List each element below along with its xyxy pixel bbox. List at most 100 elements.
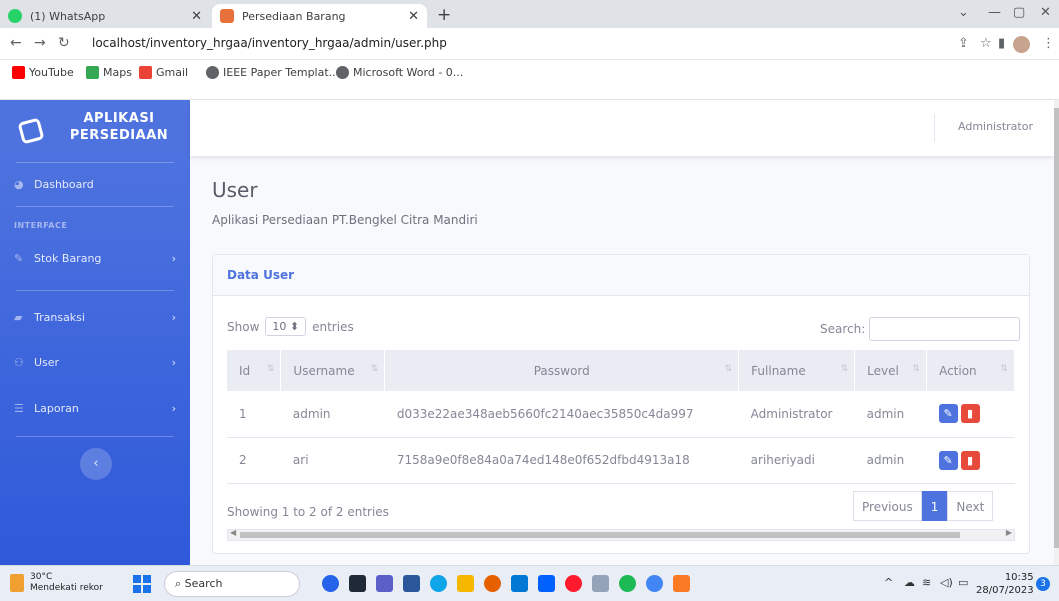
star-icon[interactable]: ☆	[980, 36, 992, 51]
divider	[16, 436, 174, 437]
entries-length: Show 10 ⬍ entries	[227, 317, 354, 336]
chrome-icon[interactable]	[646, 575, 663, 592]
divider	[16, 162, 174, 163]
chevron-right-icon: ›	[171, 310, 176, 324]
globe-icon	[206, 66, 219, 79]
taskbar-search[interactable]: ⌕ Search	[164, 571, 300, 597]
clock[interactable]: 10:35 28/07/2023	[976, 571, 1034, 597]
new-tab-button[interactable]: +	[437, 5, 451, 25]
bookmark-youtube[interactable]: YouTube	[12, 66, 74, 79]
bookmark-word[interactable]: Microsoft Word - 0...	[336, 66, 463, 79]
cloud-icon[interactable]: ☁	[904, 576, 915, 589]
bookmark-gmail[interactable]: Gmail	[139, 66, 188, 79]
sort-icon: ⇅	[266, 363, 275, 374]
close-window-icon[interactable]: ✕	[1040, 5, 1051, 20]
opera-icon[interactable]	[565, 575, 582, 592]
column-header-action[interactable]: Action ⇅	[926, 350, 1015, 391]
tab-persediaan[interactable]: Persediaan Barang ✕	[212, 4, 427, 28]
firefox-icon[interactable]	[484, 575, 501, 592]
column-header-username[interactable]: Username ⇅	[280, 350, 386, 391]
column-header-fullname[interactable]: Fullname ⇅	[738, 350, 856, 391]
maps-icon	[86, 66, 99, 79]
sidebar-item-laporan[interactable]: ☰ Laporan ›	[0, 396, 190, 420]
cell-password: 7158a9e0f8e84a0a74ed148e0f652dfbd4913a18	[384, 437, 739, 484]
app-icon[interactable]	[349, 575, 366, 592]
user-menu[interactable]: Administrator	[958, 120, 1033, 133]
scroll-left-icon: ◀	[230, 528, 237, 537]
forward-icon[interactable]: →	[34, 35, 46, 51]
previous-button[interactable]: Previous	[853, 491, 922, 521]
tab-whatsapp[interactable]: (1) WhatsApp ✕	[0, 4, 210, 28]
main-content: Administrator User Aplikasi Persediaan P…	[190, 100, 1054, 565]
close-icon[interactable]: ✕	[408, 9, 419, 24]
reload-icon[interactable]: ↻	[58, 35, 70, 51]
dashboard-icon: ◕	[14, 177, 24, 191]
sidebar: APLIKASI PERSEDIAAN ◕ Dashboard INTERFAC…	[0, 100, 190, 565]
minimize-icon[interactable]: —	[988, 5, 1001, 20]
page-icon	[220, 9, 234, 23]
column-header-id[interactable]: Id ⇅	[227, 350, 282, 391]
amazon-icon[interactable]	[592, 575, 609, 592]
globe-icon	[336, 66, 349, 79]
taskbar: 30°C Mendekati rekor ⌕ Search ^ ☁ ≋ ◁) ▭ …	[0, 565, 1059, 601]
chevron-down-icon[interactable]: ⌄	[958, 5, 969, 20]
sidebar-toggle-button[interactable]: ‹	[80, 448, 112, 480]
xampp-icon[interactable]	[673, 575, 690, 592]
dropbox-icon[interactable]	[538, 575, 555, 592]
share-icon[interactable]: ⇪	[958, 36, 969, 51]
page-1-button[interactable]: 1	[921, 491, 948, 521]
close-icon[interactable]: ✕	[191, 9, 202, 24]
sidebar-item-user[interactable]: ⚇ User ›	[0, 350, 190, 374]
delete-icon[interactable]: ▮	[960, 404, 980, 424]
app-icon[interactable]	[322, 575, 339, 592]
sidebar-brand[interactable]: APLIKASI PERSEDIAAN	[0, 100, 190, 160]
tab-label: Persediaan Barang	[242, 9, 346, 23]
scrollbar-thumb[interactable]	[1054, 108, 1059, 548]
search-input[interactable]	[869, 317, 1021, 341]
cell-action: ✎ ▮	[926, 391, 1015, 438]
volume-icon[interactable]: ◁)	[940, 576, 953, 589]
back-icon[interactable]: ←	[10, 35, 22, 51]
menu-icon[interactable]: ⋮	[1042, 36, 1055, 51]
bookmark-maps[interactable]: Maps	[86, 66, 132, 79]
teams-icon[interactable]	[376, 575, 393, 592]
next-button[interactable]: Next	[947, 491, 994, 521]
weather-widget[interactable]: 30°C Mendekati rekor	[10, 572, 103, 594]
divider	[16, 290, 174, 291]
sidebar-item-stok-barang[interactable]: ✎ Stok Barang ›	[0, 246, 190, 270]
restore-icon[interactable]: ▢	[1013, 5, 1025, 20]
tray-chevron-icon[interactable]: ^	[884, 576, 893, 589]
url-field[interactable]: ⓘlocalhost/inventory_hrgaa/inventory_hrg…	[92, 36, 447, 301]
sidebar-item-dashboard[interactable]: ◕ Dashboard	[0, 172, 190, 196]
cell-level: admin	[854, 391, 927, 438]
sidebar-item-transaksi[interactable]: ▰ Transaksi ›	[0, 305, 190, 329]
horizontal-scrollbar[interactable]: ◀ ▶	[227, 528, 1015, 541]
chevron-right-icon: ›	[171, 355, 176, 369]
scrollbar-thumb[interactable]	[240, 532, 960, 538]
entries-select[interactable]: 10 ⬍	[265, 317, 307, 336]
battery-icon[interactable]: ▭	[958, 576, 968, 589]
edit-icon[interactable]: ✎	[938, 404, 958, 424]
users-icon: ⚇	[14, 355, 24, 369]
mail-icon[interactable]	[511, 575, 528, 592]
column-header-password[interactable]: Password ⇅	[384, 350, 740, 391]
sidepanel-icon[interactable]: ▮	[998, 36, 1005, 51]
start-button[interactable]	[133, 575, 151, 593]
whatsapp-icon	[8, 9, 22, 23]
vertical-scrollbar[interactable]	[1054, 100, 1059, 565]
card-title: Data User	[213, 255, 1029, 296]
profile-avatar[interactable]	[1013, 36, 1030, 53]
edit-icon[interactable]: ✎	[938, 450, 958, 470]
wifi-icon[interactable]: ≋	[922, 576, 931, 589]
spotify-icon[interactable]	[619, 575, 636, 592]
word-icon[interactable]	[403, 575, 420, 592]
table-row: 2 ari 7158a9e0f8e84a0a74ed148e0f652dfbd4…	[227, 437, 1015, 484]
bookmark-ieee[interactable]: IEEE Paper Templat...	[206, 66, 339, 79]
sort-icon: ⇅	[840, 363, 849, 374]
notification-badge[interactable]: 3	[1036, 577, 1050, 591]
weather-temp: 30°C	[30, 572, 53, 582]
delete-icon[interactable]: ▮	[960, 450, 980, 470]
column-header-level[interactable]: Level ⇅	[854, 350, 928, 391]
edge-icon[interactable]	[430, 575, 447, 592]
folder-icon[interactable]	[457, 575, 474, 592]
